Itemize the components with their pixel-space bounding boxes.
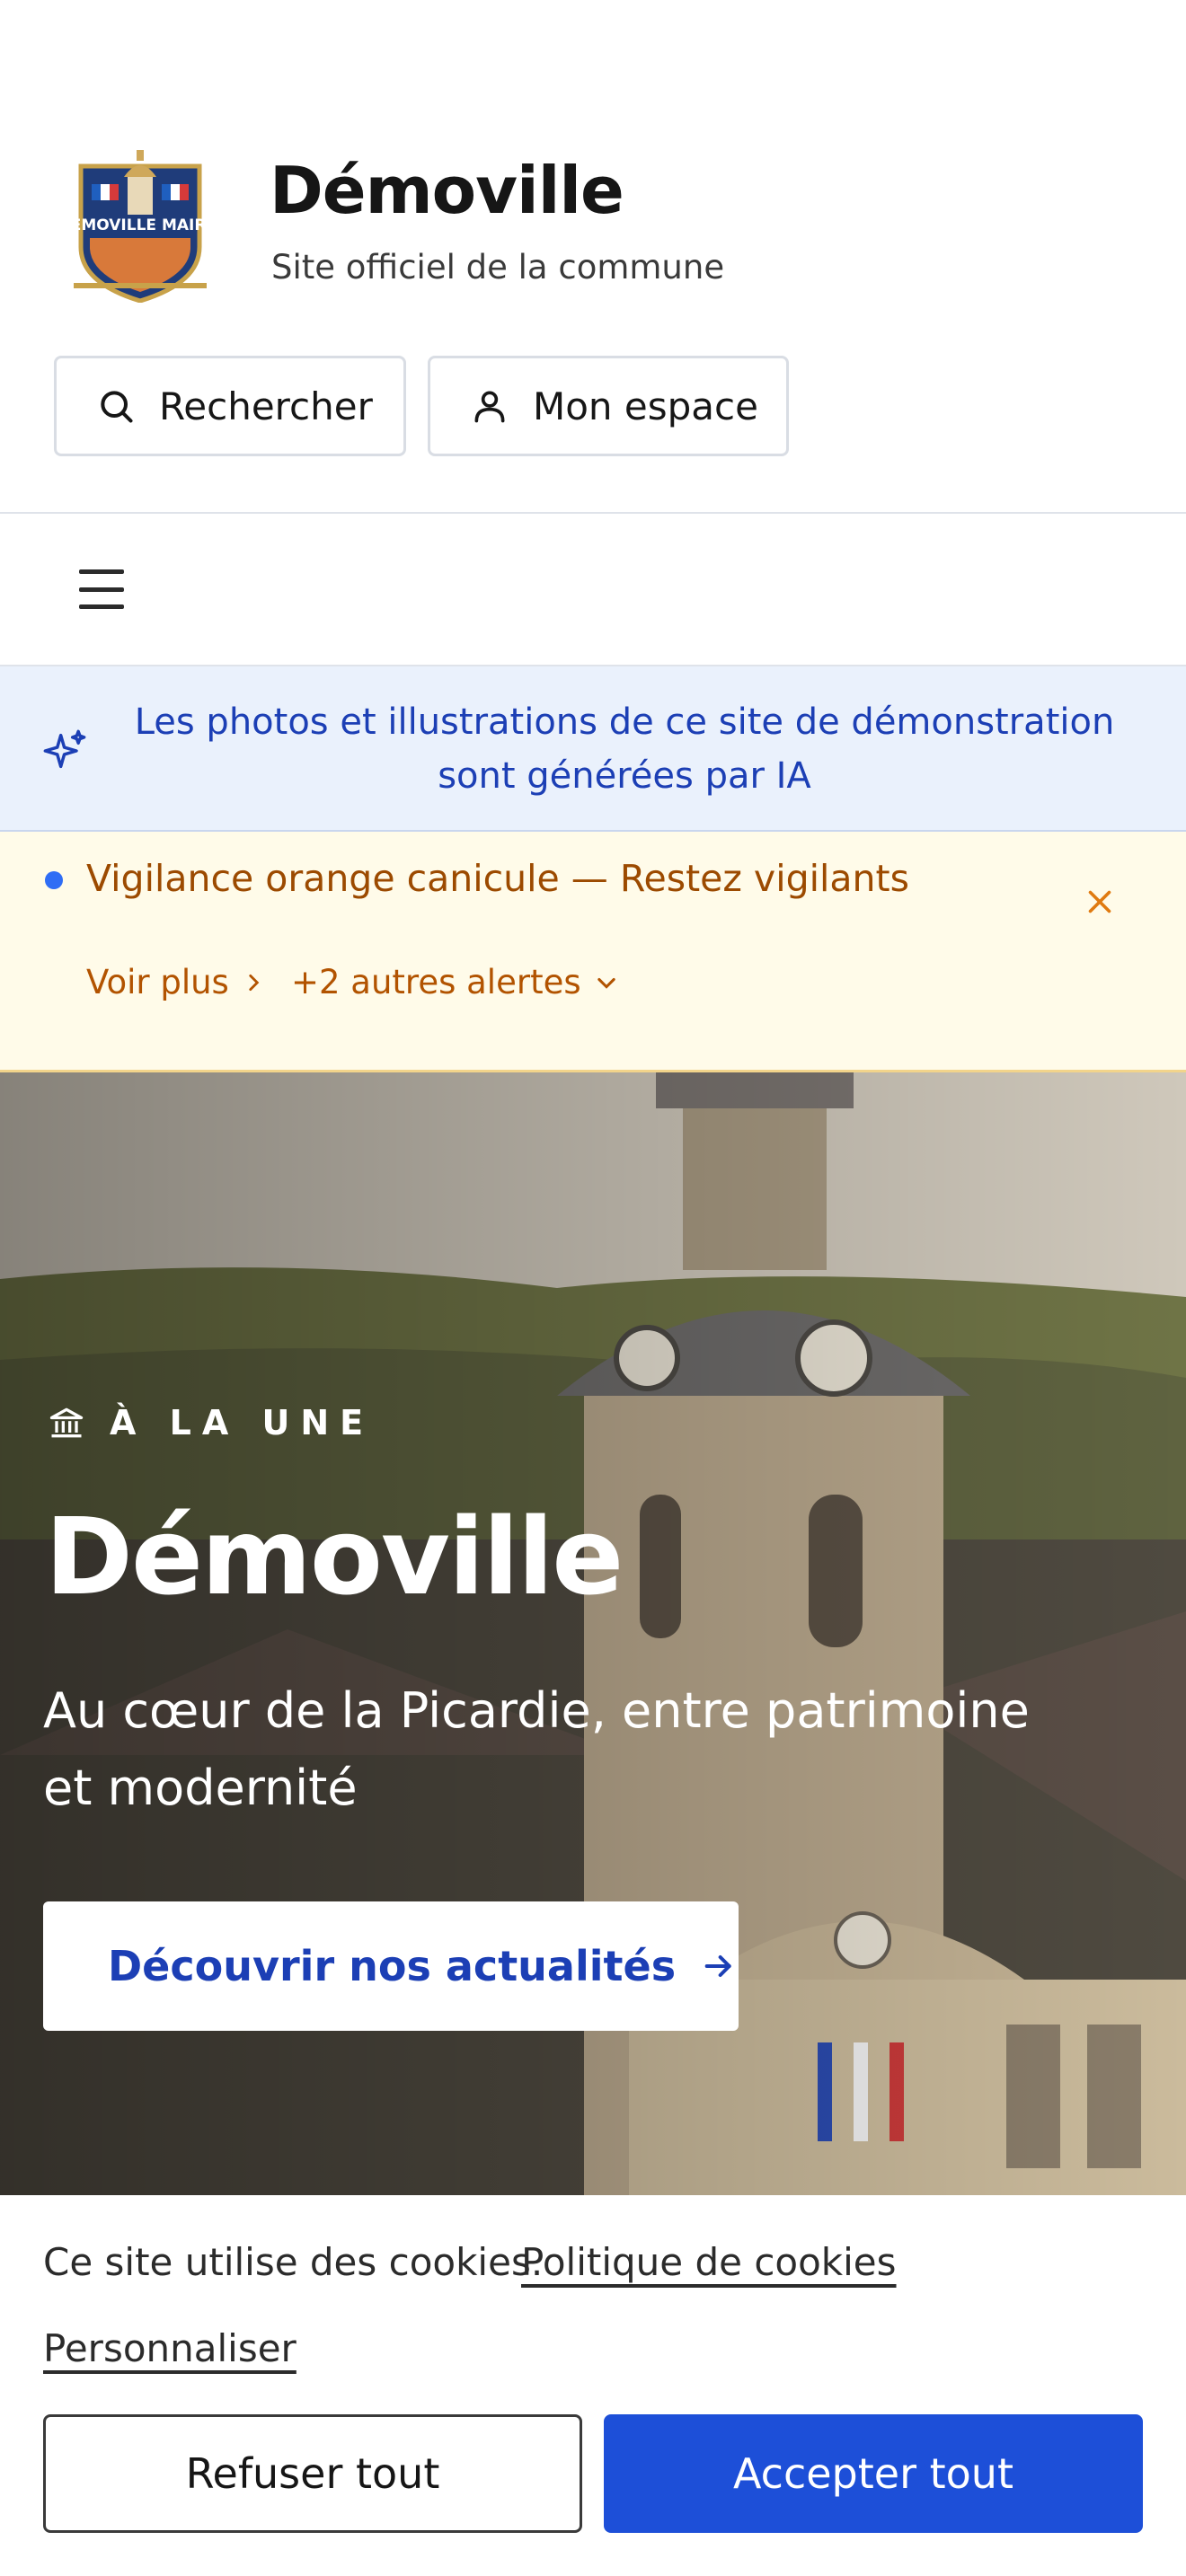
alert-indicator-dot [45, 871, 63, 889]
arrow-right-icon [704, 1955, 731, 1977]
menu-icon[interactable] [79, 569, 124, 609]
city-hall-icon [49, 1407, 84, 1438]
news-cta-button[interactable]: Découvrir nos actualités [43, 1901, 739, 2031]
chevron-down-icon [597, 977, 615, 989]
search-button-label: Rechercher [159, 384, 373, 428]
site-title[interactable]: Démoville [270, 153, 624, 228]
hero-kicker-label: À LA UNE [110, 1403, 375, 1442]
cookie-customize-link[interactable]: Personnaliser [43, 2326, 296, 2370]
hero-title: Démoville [45, 1495, 624, 1619]
account-button-label: Mon espace [533, 384, 758, 428]
account-button[interactable]: Mon espace [428, 356, 789, 456]
hero-kicker: À LA UNE [47, 1403, 374, 1442]
user-icon [474, 391, 505, 423]
hero-subtitle: Au cœur de la Picardie, entre patrimoine… [43, 1682, 1030, 1816]
cookie-text: Ce site utilise des cookies. [43, 2240, 544, 2284]
site-subtitle: Site officiel de la commune [271, 248, 725, 287]
search-icon [101, 391, 133, 423]
news-cta-label: Découvrir nos actualités [108, 1942, 677, 1990]
alert-more-label: Voir plus [86, 963, 229, 1001]
cookie-policy-link[interactable]: Politique de cookies [521, 2240, 897, 2284]
hero-section: À LA UNE Démoville Au cœur de la Picardi… [0, 1072, 1186, 2195]
alert-more-link[interactable]: Voir plus [86, 963, 265, 1001]
search-button[interactable]: Rechercher [54, 356, 406, 456]
alert-others-toggle[interactable]: +2 autres alertes [291, 963, 619, 1001]
svg-text:DÉMOVILLE MAIRIE: DÉMOVILLE MAIRIE [72, 215, 208, 234]
page: DÉMOVILLE MAIRIE Démoville Site officiel… [0, 0, 1186, 2576]
alert-banner: Vigilance orange canicule — Restez vigil… [0, 832, 1186, 1072]
close-icon[interactable] [1084, 886, 1116, 918]
chevron-right-icon [249, 974, 260, 991]
alert-others-label: +2 autres alertes [291, 963, 581, 1001]
nav-bar [0, 514, 1186, 666]
accept-all-button[interactable]: Accepter tout [604, 2414, 1143, 2533]
site-header: DÉMOVILLE MAIRIE Démoville Site officiel… [0, 0, 1186, 514]
cookie-banner: Ce site utilise des cookies. Politique d… [0, 2195, 1186, 2576]
alert-title: Vigilance orange canicule — Restez vigil… [86, 857, 909, 900]
refuse-all-button[interactable]: Refuser tout [43, 2414, 582, 2533]
ai-notice-text: Les photos et illustrations de ce site d… [134, 701, 1115, 797]
commune-logo[interactable]: DÉMOVILLE MAIRIE [58, 148, 222, 304]
ai-notice-banner: Les photos et illustrations de ce site d… [0, 666, 1186, 832]
sparkles-icon [43, 729, 86, 769]
